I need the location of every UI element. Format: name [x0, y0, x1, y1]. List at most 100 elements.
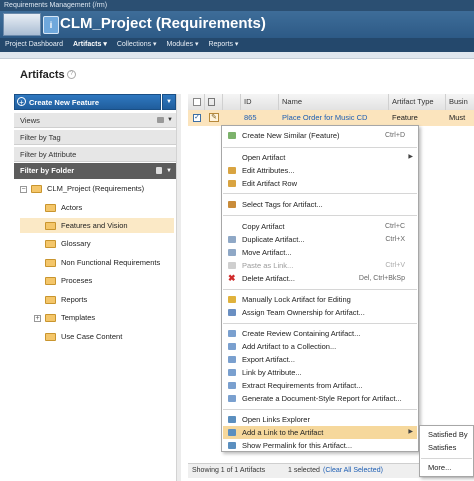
- menu-open-links-explorer[interactable]: Open Links Explorer: [223, 413, 417, 426]
- menu-open-artifact[interactable]: Open Artifact ▶: [223, 151, 417, 164]
- menu-create-review[interactable]: Create Review Containing Artifact...: [223, 327, 417, 340]
- menu-duplicate-artifact[interactable]: Duplicate Artifact... Ctrl+X: [223, 233, 417, 246]
- collection-icon: [228, 343, 236, 350]
- tree-item-label: Glossary: [61, 239, 91, 248]
- create-dropdown-button[interactable]: ▼: [162, 94, 176, 110]
- duplicate-icon: [228, 236, 236, 243]
- home-icon[interactable]: [3, 13, 41, 36]
- menu-add-to-collection[interactable]: Add Artifact to a Collection...: [223, 340, 417, 353]
- project-title: CLM_Project (Requirements): [60, 15, 266, 32]
- tree-item-templates[interactable]: + Templates: [34, 312, 95, 324]
- menu-item-label: Open Artifact: [242, 153, 286, 162]
- menu-manually-lock[interactable]: Manually Lock Artifact for Editing: [223, 293, 417, 306]
- submenu-arrow-icon: ▶: [408, 154, 413, 160]
- row-checkbox[interactable]: ✓: [193, 114, 201, 122]
- menu-paste-as-link[interactable]: Paste as Link... Ctrl+V: [223, 259, 417, 272]
- submenu-satisfied-by[interactable]: Satisfied By: [421, 429, 472, 441]
- menu-delete-artifact[interactable]: ✖ Delete Artifact... Del, Ctrl+BkSp: [223, 272, 417, 285]
- filter-by-tag-section[interactable]: Filter by Tag: [14, 130, 176, 145]
- panel-splitter[interactable]: [176, 94, 181, 481]
- menu-item-label: Select Tags for Artifact...: [242, 200, 323, 209]
- menu-export-artifact[interactable]: Export Artifact...: [223, 353, 417, 366]
- chevron-down-icon[interactable]: ▼: [167, 113, 173, 128]
- menu-item-label: Delete Artifact...: [242, 274, 295, 283]
- menu-item-label: Manually Lock Artifact for Editing: [242, 295, 351, 304]
- submenu-satisfies[interactable]: Satisfies: [421, 442, 472, 454]
- nav-project-dashboard[interactable]: Project Dashboard: [0, 38, 68, 52]
- menu-generate-report[interactable]: Generate a Document-Style Report for Art…: [223, 392, 417, 405]
- create-new-feature-button[interactable]: Create New Feature: [14, 94, 161, 110]
- collapse-icon[interactable]: −: [20, 185, 27, 193]
- tree-item-proceses[interactable]: Proceses: [45, 275, 92, 287]
- add-link-icon: [228, 429, 236, 436]
- menu-separator: [223, 193, 417, 194]
- menu-item-label: Assign Team Ownership for Artifact...: [242, 308, 365, 317]
- expand-icon[interactable]: +: [34, 314, 41, 322]
- submenu-more[interactable]: More...: [421, 462, 472, 474]
- review-icon: [228, 330, 236, 337]
- column-header-artifact-type[interactable]: Artifact Type: [389, 94, 446, 110]
- menu-item-label: Paste as Link...: [242, 261, 294, 270]
- tree-item-label: Use Case Content: [61, 332, 123, 341]
- submenu-arrow-icon: ▶: [408, 429, 413, 435]
- chevron-down-icon[interactable]: ▼: [166, 163, 172, 179]
- menu-shortcut: Ctrl+D: [384, 132, 405, 139]
- menu-edit-artifact-row[interactable]: Edit Artifact Row: [223, 177, 417, 190]
- permalink-icon: [228, 442, 236, 449]
- nav-collections[interactable]: Collections ▾: [112, 38, 162, 52]
- header-row-menu-cell: [205, 94, 223, 110]
- menu-separator: [223, 215, 417, 216]
- menu-shortcut: Ctrl+V: [385, 262, 405, 269]
- select-all-checkbox[interactable]: [193, 98, 201, 106]
- edit-folder-icon[interactable]: [156, 167, 162, 174]
- tree-item-use-case-content[interactable]: Use Case Content: [45, 331, 122, 343]
- nav-reports[interactable]: Reports ▾: [203, 38, 243, 52]
- menu-link-by-attribute[interactable]: Link by Attribute...: [223, 366, 417, 379]
- menu-show-permalink[interactable]: Show Permalink for this Artifact...: [223, 439, 417, 452]
- links-explorer-icon: [228, 416, 236, 423]
- artifact-business: Must: [449, 113, 466, 122]
- menu-create-new-similar[interactable]: Create New Similar (Feature) Ctrl+D: [223, 129, 417, 142]
- clear-all-selected-link[interactable]: (Clear All Selected): [323, 464, 383, 478]
- menu-select-tags[interactable]: Select Tags for Artifact...: [223, 198, 417, 211]
- context-menu: Create New Similar (Feature) Ctrl+D Open …: [221, 125, 419, 452]
- tree-item-reports[interactable]: Reports: [45, 294, 87, 306]
- column-header-business[interactable]: Busin: [446, 94, 474, 110]
- nav-artifacts[interactable]: Artifacts ▾: [68, 38, 112, 52]
- menu-item-label: Link by Attribute...: [242, 368, 302, 377]
- folder-icon: [31, 185, 42, 194]
- tree-item-label: Non Functional Requirements: [61, 258, 161, 267]
- artifact-id[interactable]: 865: [241, 110, 279, 126]
- menu-item-label: Export Artifact...: [242, 355, 295, 364]
- menu-item-label: Open Links Explorer: [242, 415, 310, 424]
- help-icon[interactable]: ?: [67, 70, 76, 79]
- menu-add-link[interactable]: Add a Link to the Artifact ▶: [223, 426, 417, 439]
- menu-extract-requirements[interactable]: Extract Requirements from Artifact...: [223, 379, 417, 392]
- header-select-cell: [188, 94, 205, 110]
- filter-by-attribute-section[interactable]: Filter by Attribute: [14, 147, 176, 162]
- tree-item-actors[interactable]: Actors: [45, 202, 82, 214]
- tree-item-non-functional-requirements[interactable]: Non Functional Requirements: [45, 257, 160, 269]
- column-header-id[interactable]: ID: [241, 94, 279, 110]
- paste-icon: [228, 262, 236, 269]
- column-header-name[interactable]: Name: [279, 94, 389, 110]
- views-section[interactable]: Views ▼: [14, 113, 176, 128]
- menu-move-artifact[interactable]: Move Artifact...: [223, 246, 417, 259]
- row-menu-header-icon[interactable]: [208, 98, 215, 106]
- nav-modules[interactable]: Modules ▾: [162, 38, 204, 52]
- menu-item-label: Create New Similar (Feature): [242, 131, 340, 140]
- pencil-icon[interactable]: ✎: [209, 113, 219, 122]
- filter-by-folder-section[interactable]: Filter by Folder ▼: [14, 163, 176, 179]
- tree-root[interactable]: − CLM_Project (Requirements): [20, 183, 144, 195]
- edit-views-icon[interactable]: [157, 117, 164, 123]
- tree-item-features-and-vision[interactable]: Features and Vision: [45, 220, 128, 232]
- window-title-bar: Requirements Management (/rm): [0, 0, 474, 11]
- menu-assign-team-ownership[interactable]: Assign Team Ownership for Artifact...: [223, 306, 417, 319]
- tree-item-glossary[interactable]: Glossary: [45, 238, 91, 250]
- menu-copy-artifact[interactable]: Copy Artifact Ctrl+C: [223, 220, 417, 233]
- views-label: Views: [20, 116, 40, 125]
- menu-separator: [223, 409, 417, 410]
- artifact-name[interactable]: Place Order for Music CD: [279, 110, 389, 126]
- menu-edit-attributes[interactable]: Edit Attributes...: [223, 164, 417, 177]
- header-lock-cell: [223, 94, 241, 110]
